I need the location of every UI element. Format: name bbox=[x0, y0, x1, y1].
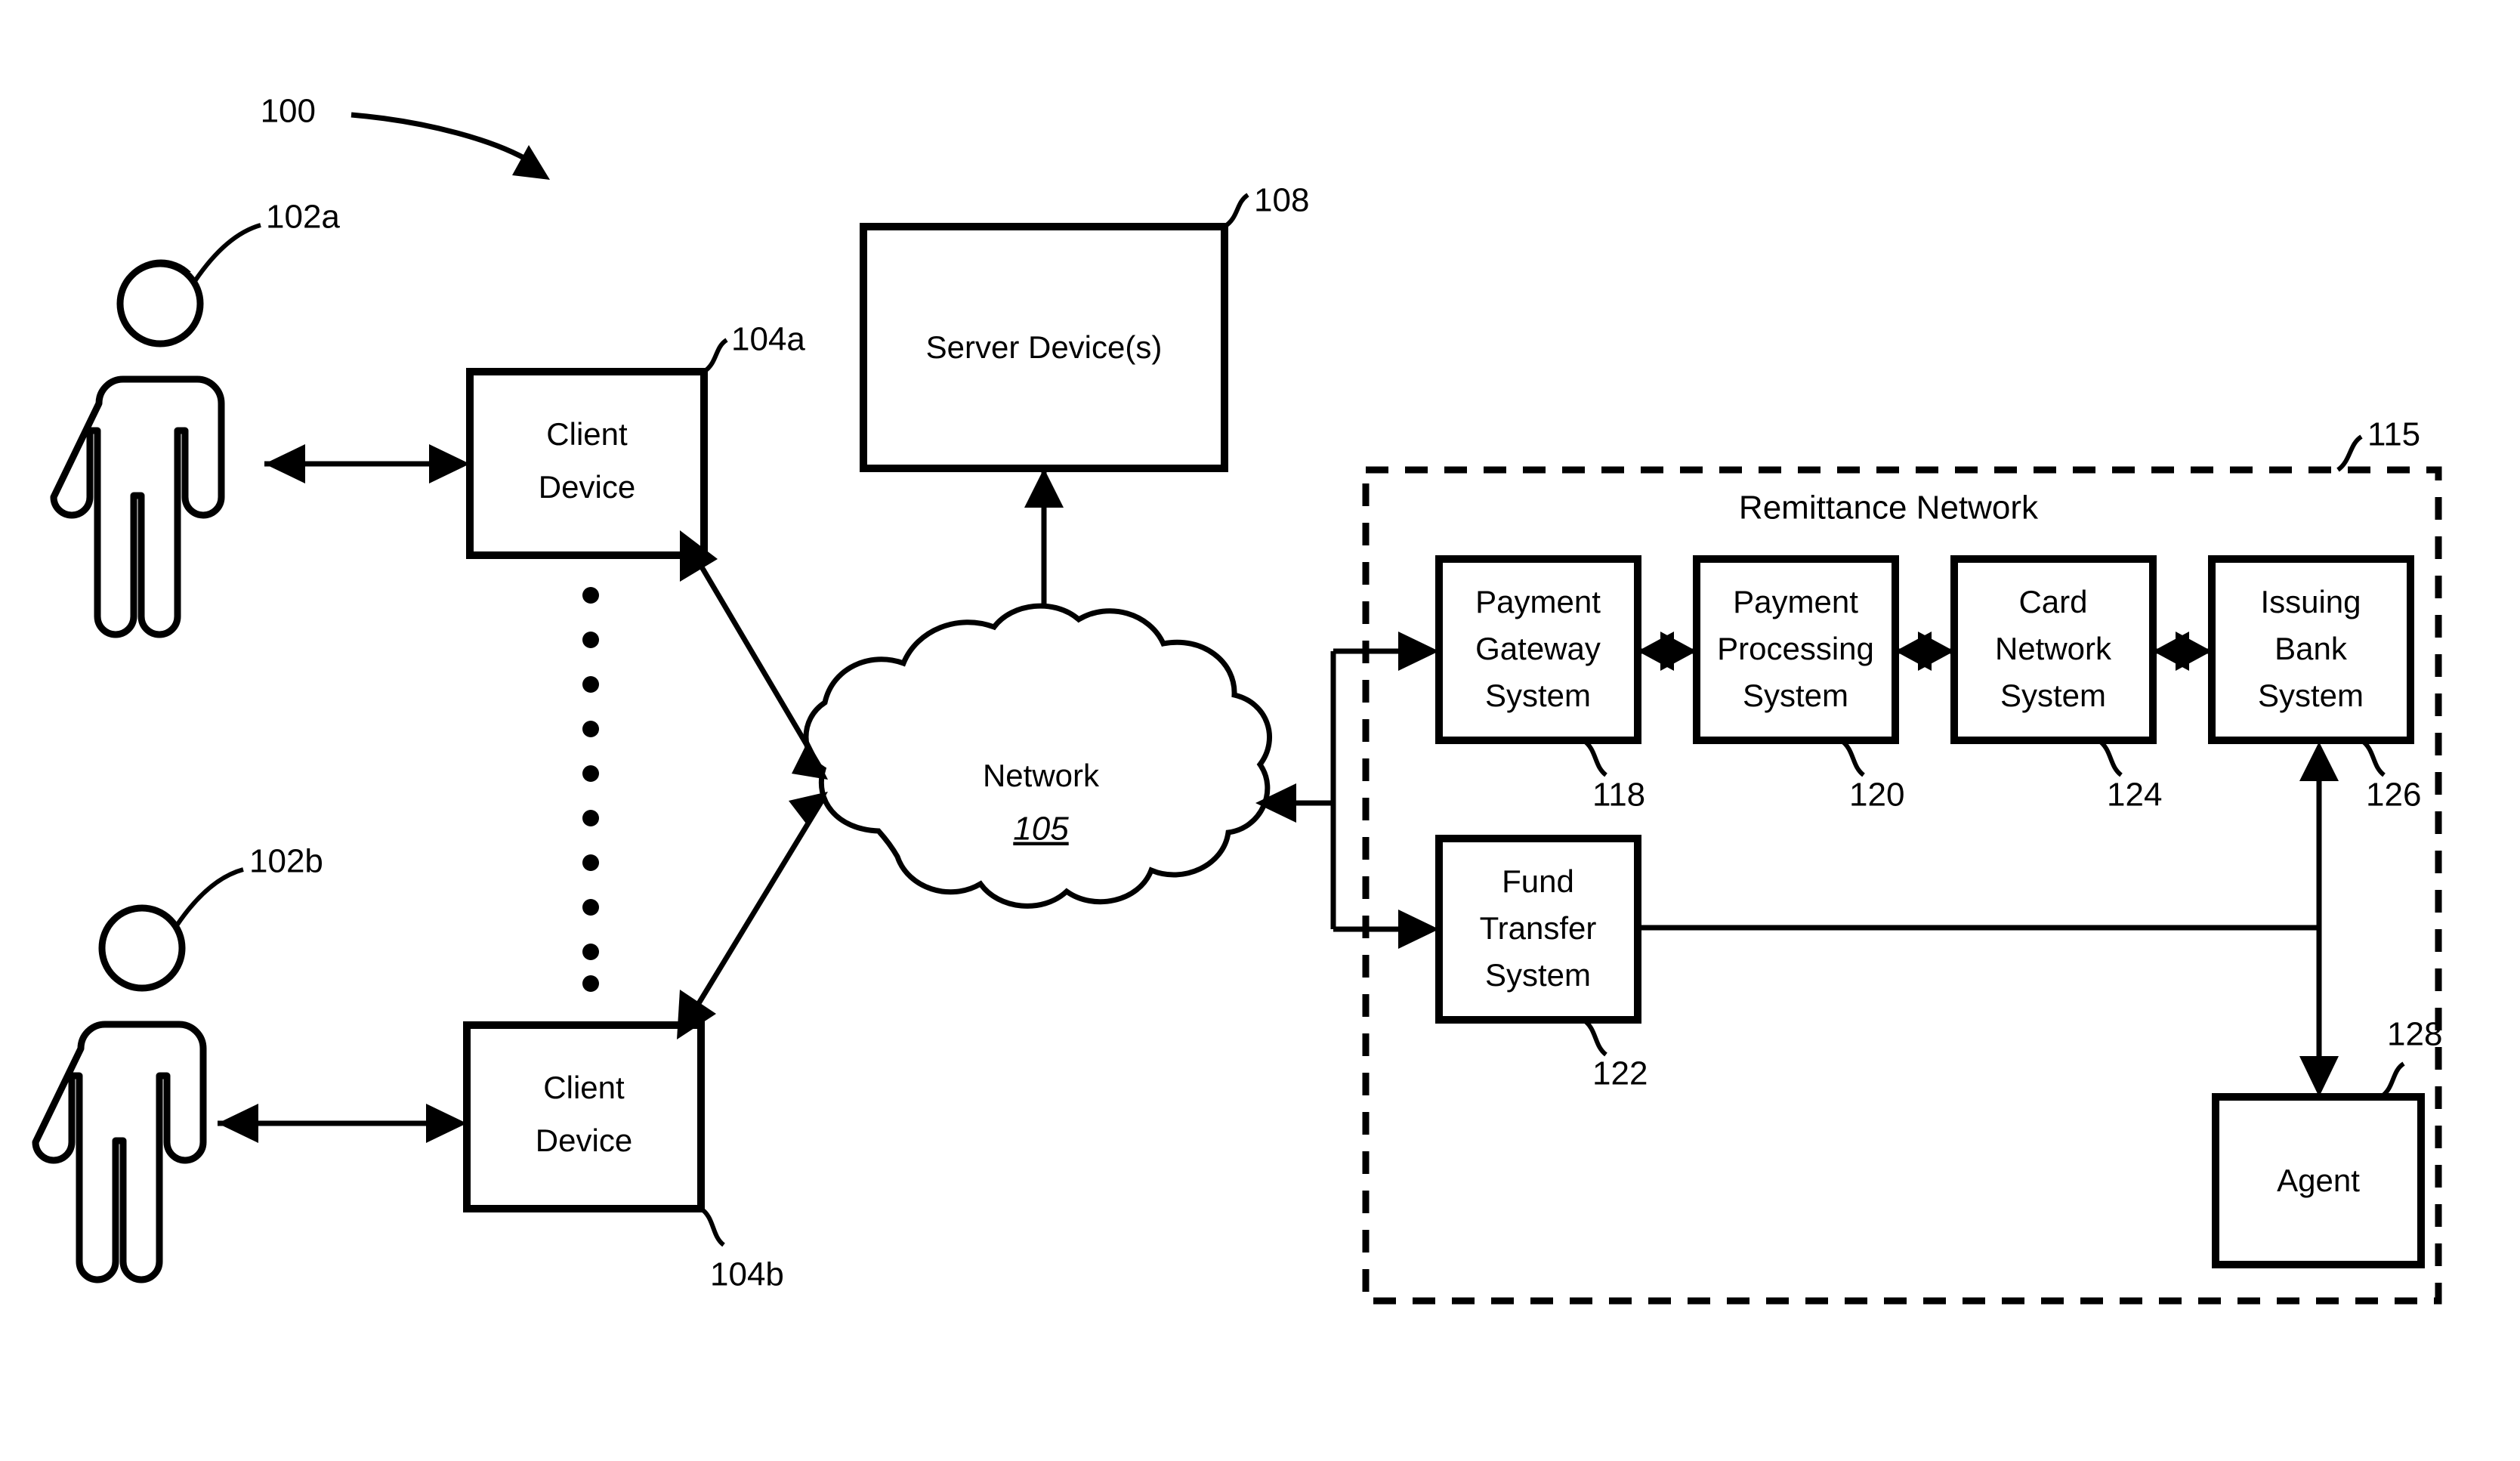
fund-transfer-system-box[interactable]: Fund Transfer System bbox=[1435, 835, 1641, 1024]
user-b-ref-leader bbox=[174, 867, 244, 927]
client-device-b-box[interactable]: Client Device bbox=[463, 1021, 705, 1212]
client-device-b-label-line2: Device bbox=[536, 1123, 632, 1158]
user-b-ref-102b: 102b bbox=[249, 843, 323, 880]
client-device-a-ref-104a: 104a bbox=[731, 321, 805, 358]
user-a-ref-102a: 102a bbox=[266, 199, 340, 236]
remittance-network-ref-115: 115 bbox=[2367, 416, 2420, 453]
issuing-bank-line3: System bbox=[2258, 678, 2364, 713]
network-ref-105: 105 bbox=[1013, 811, 1069, 848]
payment-gateway-ref-leader bbox=[1582, 738, 1608, 777]
issuing-bank-line1: Issuing bbox=[2260, 584, 2361, 619]
payment-gateway-line3: System bbox=[1485, 678, 1591, 713]
figure-ref-leader bbox=[351, 112, 550, 180]
card-network-line3: System bbox=[2000, 678, 2106, 713]
payment-gateway-system-box[interactable]: Payment Gateway System bbox=[1435, 555, 1641, 744]
agent-ref-128: 128 bbox=[2387, 1016, 2442, 1053]
ellipsis-dots bbox=[582, 587, 599, 992]
network-label: Network bbox=[983, 758, 1100, 793]
card-network-ref-leader bbox=[2097, 738, 2123, 777]
payment-processing-ref-leader bbox=[1839, 738, 1866, 777]
patent-figure-canvas: 100 102a 102b Client Device 104a Client … bbox=[0, 0, 2520, 1461]
fund-transfer-line3: System bbox=[1485, 957, 1591, 993]
server-device-label: Server Device(s) bbox=[926, 329, 1163, 365]
client-device-b-label-line1: Client bbox=[543, 1070, 625, 1105]
client-device-b-ref-104b: 104b bbox=[710, 1256, 784, 1293]
payment-processing-ref-120: 120 bbox=[1849, 777, 1904, 814]
fund-transfer-line1: Fund bbox=[1502, 863, 1574, 899]
line-issuing-bank-to-agent bbox=[2299, 928, 2339, 1097]
payment-gateway-line2: Gateway bbox=[1475, 631, 1601, 666]
client-device-a-label-line2: Device bbox=[539, 469, 635, 505]
issuing-bank-system-box[interactable]: Issuing Bank System bbox=[2208, 555, 2414, 744]
issuing-bank-ref-126: 126 bbox=[2366, 777, 2421, 814]
server-device-ref-leader bbox=[1223, 193, 1249, 229]
network-cloud[interactable]: Network 105 bbox=[803, 603, 1273, 909]
arrow-user-b-client-b bbox=[218, 1104, 467, 1143]
arrow-user-a-client-a bbox=[264, 444, 470, 483]
payment-gateway-line1: Payment bbox=[1475, 584, 1601, 619]
payment-gateway-ref-118: 118 bbox=[1592, 777, 1645, 814]
client-device-a-box[interactable]: Client Device bbox=[466, 368, 708, 559]
network-to-remittance-bracket bbox=[1255, 632, 1439, 949]
agent-label: Agent bbox=[2277, 1163, 2360, 1198]
card-network-line1: Card bbox=[2018, 584, 2087, 619]
fund-transfer-line2: Transfer bbox=[1480, 910, 1597, 946]
arrow-gateway-processing bbox=[1638, 632, 1697, 671]
server-device-ref-108: 108 bbox=[1254, 182, 1309, 219]
issuing-bank-line2: Bank bbox=[2274, 631, 2348, 666]
user-figure-b-silhouette bbox=[32, 904, 207, 1283]
boundary-ref-leader bbox=[2336, 434, 2363, 472]
card-network-system-box[interactable]: Card Network System bbox=[1950, 555, 2157, 744]
user-figure-a-silhouette bbox=[50, 260, 249, 638]
arrow-client-b-network bbox=[677, 792, 828, 1039]
fund-transfer-ref-122: 122 bbox=[1592, 1055, 1648, 1092]
payment-processing-line1: Payment bbox=[1733, 584, 1858, 619]
client-device-a-label-line1: Client bbox=[546, 416, 628, 452]
server-device-box[interactable]: Server Device(s) bbox=[860, 223, 1228, 472]
arrow-card-issuing bbox=[2153, 632, 2212, 671]
card-network-line2: Network bbox=[1995, 631, 2112, 666]
payment-processing-line2: Processing bbox=[1717, 631, 1874, 666]
payment-processing-line3: System bbox=[1743, 678, 1848, 713]
remittance-network-title: Remittance Network bbox=[1739, 490, 2039, 527]
payment-processing-system-box[interactable]: Payment Processing System bbox=[1693, 555, 1899, 744]
issuing-bank-ref-leader bbox=[2360, 738, 2386, 777]
agent-ref-leader bbox=[2379, 1061, 2405, 1099]
arrow-client-a-network bbox=[680, 530, 828, 780]
line-fund-transfer-to-issuing-bank bbox=[1638, 742, 2339, 931]
agent-box[interactable]: Agent bbox=[2212, 1093, 2425, 1268]
system-architecture-diagram: 100 102a 102b Client Device 104a Client … bbox=[32, 93, 2442, 1305]
client-device-b-ref-leader bbox=[699, 1206, 726, 1247]
fund-transfer-ref-leader bbox=[1582, 1018, 1608, 1057]
client-device-a-ref-leader bbox=[703, 338, 728, 374]
card-network-ref-124: 124 bbox=[2107, 777, 2162, 814]
arrow-processing-card bbox=[1895, 632, 1954, 671]
figure-ref-100: 100 bbox=[261, 93, 316, 130]
